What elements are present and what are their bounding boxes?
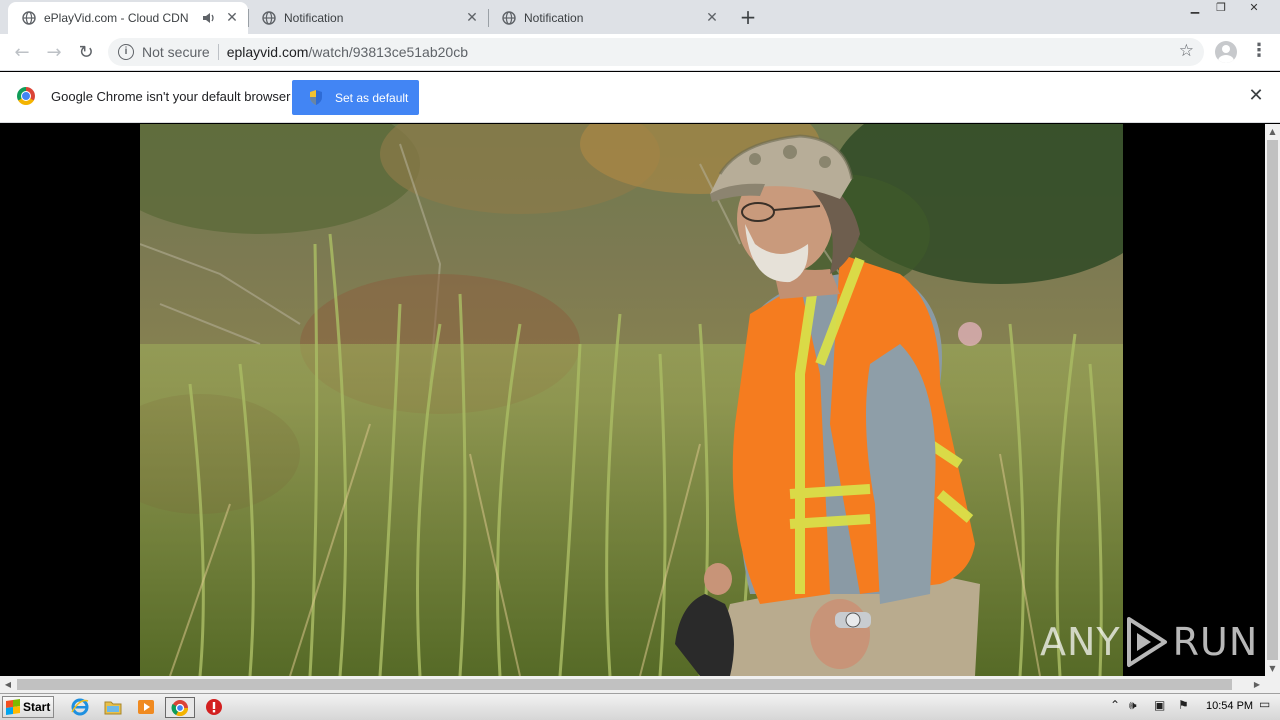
scrollbar-corner <box>1265 676 1280 693</box>
globe-icon <box>262 11 276 25</box>
watermark-left: ANY <box>1040 620 1121 664</box>
internet-explorer-icon[interactable] <box>69 697 91 717</box>
restore-button[interactable]: ❐ <box>1208 0 1234 18</box>
close-tab-icon[interactable]: ✕ <box>464 10 480 26</box>
action-center-flag-icon[interactable]: ⚑ <box>1178 698 1189 712</box>
globe-icon <box>502 11 516 25</box>
scroll-right-arrow-icon[interactable]: ▶ <box>1249 676 1265 693</box>
tab-strip: ePlayVid.com - Cloud CDN ✕ Notification … <box>0 0 1280 34</box>
set-as-default-button[interactable]: Set as default <box>292 80 419 115</box>
reload-button[interactable]: ↻ <box>72 39 100 67</box>
close-infobar-icon[interactable]: ✕ <box>1247 86 1265 106</box>
profile-avatar-icon[interactable] <box>1215 41 1237 63</box>
video-player[interactable] <box>140 124 1123 676</box>
back-button[interactable]: ← <box>8 39 36 67</box>
scroll-up-arrow-icon[interactable]: ▲ <box>1265 124 1280 139</box>
close-tab-icon[interactable]: ✕ <box>224 10 240 26</box>
scroll-down-arrow-icon[interactable]: ▼ <box>1265 661 1280 676</box>
omnibox-divider <box>217 44 219 60</box>
new-tab-button[interactable]: + <box>736 6 760 30</box>
infobar-message: Google Chrome isn't your default browser <box>51 89 291 104</box>
anyrun-watermark: ANY RUN <box>1040 612 1258 672</box>
globe-icon <box>22 11 36 25</box>
play-logo-icon <box>1126 617 1167 667</box>
chrome-icon[interactable] <box>165 697 195 718</box>
start-button[interactable]: Start <box>2 696 54 718</box>
file-explorer-icon[interactable] <box>102 697 124 717</box>
bookmark-star-icon[interactable]: ☆ <box>1179 41 1194 61</box>
tab-notification-1[interactable]: Notification ✕ <box>248 2 488 34</box>
start-label: Start <box>23 700 51 714</box>
watermark-right: RUN <box>1172 620 1259 664</box>
show-desktop-icon[interactable]: ▭ <box>1259 697 1270 711</box>
network-icon[interactable]: ▣ <box>1154 698 1165 712</box>
browser-toolbar: ← → ↻ i Not secure eplayvid.com/watch/93… <box>0 34 1280 71</box>
uac-shield-icon <box>310 90 322 105</box>
chrome-logo-icon <box>17 87 35 105</box>
set-as-default-label: Set as default <box>335 90 409 105</box>
speaker-icon[interactable] <box>202 11 216 25</box>
tab-eplayvid[interactable]: ePlayVid.com - Cloud CDN ✕ <box>8 2 248 34</box>
tab-title: ePlayVid.com - Cloud CDN <box>44 11 189 25</box>
volume-icon[interactable]: 🕪 <box>1129 698 1137 713</box>
horizontal-scroll-thumb[interactable] <box>17 679 1232 690</box>
info-icon[interactable]: i <box>118 44 134 60</box>
url-path: /watch/93813ce51ab20cb <box>308 44 468 60</box>
scroll-left-arrow-icon[interactable]: ◀ <box>0 676 16 693</box>
taskbar-clock[interactable]: 10:54 PM <box>1206 700 1253 712</box>
minimize-button[interactable]: ▁ <box>1182 0 1208 18</box>
vertical-scrollbar[interactable]: ▲ ▼ <box>1265 124 1280 676</box>
url-host: eplayvid.com <box>226 44 309 60</box>
windows-logo-icon <box>6 699 20 715</box>
chrome-menu-icon[interactable]: ⋮ <box>1250 40 1268 64</box>
media-player-icon[interactable] <box>135 697 157 717</box>
tab-title: Notification <box>524 11 584 25</box>
forward-button[interactable]: → <box>40 39 68 67</box>
tab-title: Notification <box>284 11 344 25</box>
close-tab-icon[interactable]: ✕ <box>704 10 720 26</box>
tab-notification-2[interactable]: Notification ✕ <box>488 2 728 34</box>
close-window-button[interactable]: ✕ <box>1240 0 1268 18</box>
address-bar[interactable]: i Not secure eplayvid.com/watch/93813ce5… <box>108 38 1204 66</box>
security-label: Not secure <box>142 44 210 60</box>
stop-icon[interactable] <box>203 697 225 717</box>
horizontal-scrollbar[interactable]: ◀ ▶ <box>0 676 1265 693</box>
screen: ePlayVid.com - Cloud CDN ✕ Notification … <box>0 0 1280 720</box>
show-hidden-icons-icon[interactable]: ⌃ <box>1110 698 1120 712</box>
vertical-scroll-thumb[interactable] <box>1267 140 1278 660</box>
video-frame <box>140 124 1123 676</box>
